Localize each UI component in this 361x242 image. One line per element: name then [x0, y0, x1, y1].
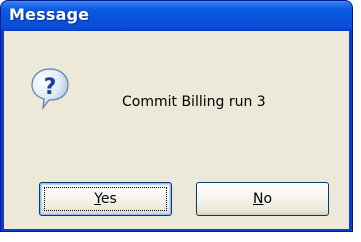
svg-text:?: ?	[44, 75, 57, 100]
dialog-body: ? Commit Billing run 3 Yes No	[4, 31, 349, 229]
message-dialog-window: Message ? Commit Billing run 3 Yes No	[0, 0, 353, 232]
yes-button-label: Yes	[94, 191, 117, 207]
yes-label-rest: es	[100, 191, 117, 207]
no-label-rest: o	[263, 191, 273, 207]
dialog-message: Commit Billing run 3	[122, 94, 266, 110]
yes-accelerator-key: Y	[94, 191, 101, 207]
no-button-label: No	[253, 191, 272, 207]
window-title: Message	[9, 5, 90, 24]
no-accelerator-key: N	[252, 191, 264, 207]
question-icon: ?	[30, 67, 70, 111]
title-bar[interactable]: Message	[1, 1, 352, 31]
no-button[interactable]: No	[196, 182, 329, 216]
yes-button[interactable]: Yes	[39, 182, 172, 216]
